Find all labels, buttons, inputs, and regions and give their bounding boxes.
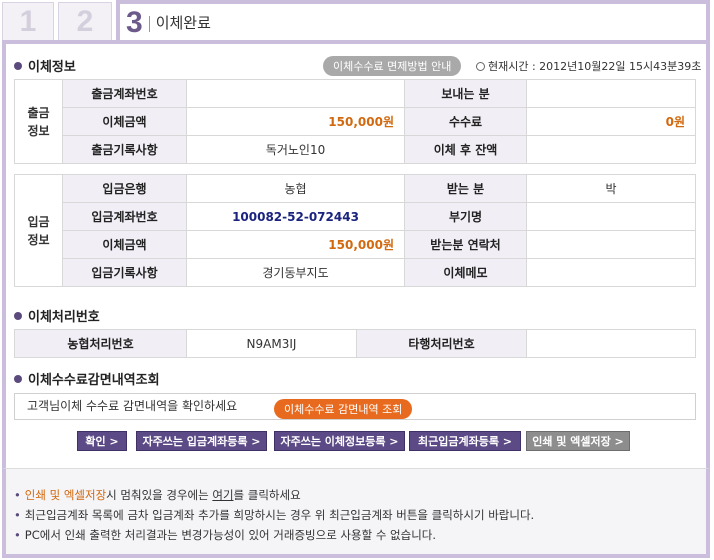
nh-processing-number: N9AM3IJ: [186, 329, 357, 358]
table-label: 출금계좌번호: [62, 79, 187, 108]
table-label: 이체 후 잔액: [404, 135, 527, 164]
section-title: 이체수수료감면내역조회: [28, 373, 160, 388]
table-value: [526, 258, 696, 287]
table-label: 이체금액: [62, 107, 187, 136]
table-row: 입금 정보 입금은행 농협 받는 분 박: [14, 174, 696, 287]
current-time-text: 현재시간 : 2012년10월22일 15시43분39초: [488, 60, 702, 73]
table-label: 부기명: [404, 202, 527, 231]
table-value: 농협: [186, 174, 405, 203]
tab-step-2: 2: [58, 2, 112, 40]
transfer-amount: 150,000원: [186, 107, 405, 136]
table-value: [526, 329, 696, 358]
here-link[interactable]: 여기: [212, 488, 233, 502]
deposit-table: 입금 정보 입금은행 농협 받는 분 박 입금계좌번호 100082-52-072…: [14, 174, 696, 287]
note-text: PC에서 인쇄 출력한 처리결과는 변경가능성이 있어 거래증빙으로 사용할 수…: [24, 528, 437, 542]
table-row: 입금계좌번호 100082-52-072443 부기명: [15, 202, 696, 231]
current-time: 현재시간 : 2012년10월22일 15시43분39초: [476, 58, 701, 74]
table-label: 이체금액: [62, 230, 187, 259]
table-row: 이체금액 150,000원 받는분 연락처: [15, 230, 696, 259]
table-row: 입금기록사항 경기동부지도 이체메모: [15, 258, 696, 287]
section-title: 이체처리번호: [28, 310, 100, 325]
table-label: 출금기록사항: [62, 135, 187, 164]
register-recent-account-button[interactable]: 최근입금계좌등록 >: [409, 431, 521, 451]
table-label: 농협처리번호: [14, 329, 187, 358]
table-value: [526, 79, 696, 108]
tab-step-1: 1: [2, 2, 54, 40]
withdraw-group-label: 출금 정보: [14, 79, 63, 164]
divider: [148, 16, 150, 33]
table-label: 이체메모: [404, 258, 527, 287]
confirm-button[interactable]: 확인 >: [77, 431, 127, 451]
section-transfer-info: 이체정보: [14, 56, 76, 75]
note-1: • 인쇄 및 엑셀저장시 멈춰있을 경우에는 여기를 클릭하세요: [14, 488, 301, 502]
table-label: 보내는 분: [404, 79, 527, 108]
table-row: 농협처리번호 N9AM3IJ 타행처리번호: [14, 329, 696, 358]
fee-reduction-text: 고객님이체 수수료 감면내역을 확인하세요: [27, 399, 238, 413]
print-excel-button[interactable]: 인쇄 및 엑셀저장 >: [526, 431, 630, 451]
table-value: [526, 230, 696, 259]
table-label: 수수료: [404, 107, 527, 136]
withdraw-table: 출금 정보 출금계좌번호 보내는 분 이체금액 150,000원 수수료 0원 출…: [14, 79, 696, 164]
deposit-account-number: 100082-52-072443: [186, 202, 405, 231]
note-text: 최근입금계좌 목록에 금차 입금계좌 추가를 희망하시는 경우 위 최근입금계좌…: [24, 508, 535, 522]
note-highlight: 인쇄 및 엑셀저장: [24, 488, 107, 502]
note-text: 를 클릭하세요: [233, 488, 301, 502]
table-row: 출금 정보 출금계좌번호 보내는 분: [14, 79, 696, 164]
fee-reduction-inquiry-button[interactable]: 이체수수료 감면내역 조회: [274, 399, 413, 419]
table-value: [526, 135, 696, 164]
register-deposit-account-button[interactable]: 자주쓰는 입금계좌등록 >: [136, 431, 267, 451]
register-transfer-info-button[interactable]: 자주쓰는 이체정보등록 >: [274, 431, 405, 451]
tab-step-3: 3 이체완료: [116, 0, 710, 40]
table-value: 경기동부지도: [186, 258, 405, 287]
table-value: [186, 79, 405, 108]
bullet-icon: [14, 62, 22, 70]
page-title: 이체완료: [155, 15, 211, 33]
processing-table: 농협처리번호 N9AM3IJ 타행처리번호: [14, 329, 696, 358]
table-value: 박: [526, 174, 696, 203]
table-label: 입금계좌번호: [62, 202, 187, 231]
table-label: 받는분 연락처: [404, 230, 527, 259]
table-label: 입금은행: [62, 174, 187, 203]
section-title: 이체정보: [28, 60, 76, 75]
table-value: 독거노인10: [186, 135, 405, 164]
fee-amount: 0원: [526, 107, 696, 136]
table-row: 출금기록사항 독거노인10 이체 후 잔액: [15, 135, 696, 164]
note-3: • PC에서 인쇄 출력한 처리결과는 변경가능성이 있어 거래증빙으로 사용할 …: [14, 528, 437, 542]
bullet-icon: [14, 375, 22, 383]
fee-exemption-guide-button[interactable]: 이체수수료 면제방법 안내: [323, 56, 462, 76]
table-row: 이체금액 150,000원 수수료 0원: [15, 107, 696, 136]
table-label: 입금기록사항: [62, 258, 187, 287]
table-value: [526, 202, 696, 231]
step-number: 3: [126, 6, 143, 39]
note-text: 시 멈춰있을 경우에는: [106, 488, 213, 502]
bullet-icon: [14, 312, 22, 320]
deposit-group-label: 입금 정보: [14, 174, 63, 287]
section-processing-number: 이체처리번호: [14, 306, 100, 325]
note-2: • 최근입금계좌 목록에 금차 입금계좌 추가를 희망하시는 경우 위 최근입금계…: [14, 508, 535, 522]
table-label: 타행처리번호: [356, 329, 527, 358]
section-fee-reduction: 이체수수료감면내역조회: [14, 369, 160, 388]
table-label: 받는 분: [404, 174, 527, 203]
clock-icon: [476, 62, 485, 71]
transfer-amount: 150,000원: [186, 230, 405, 259]
